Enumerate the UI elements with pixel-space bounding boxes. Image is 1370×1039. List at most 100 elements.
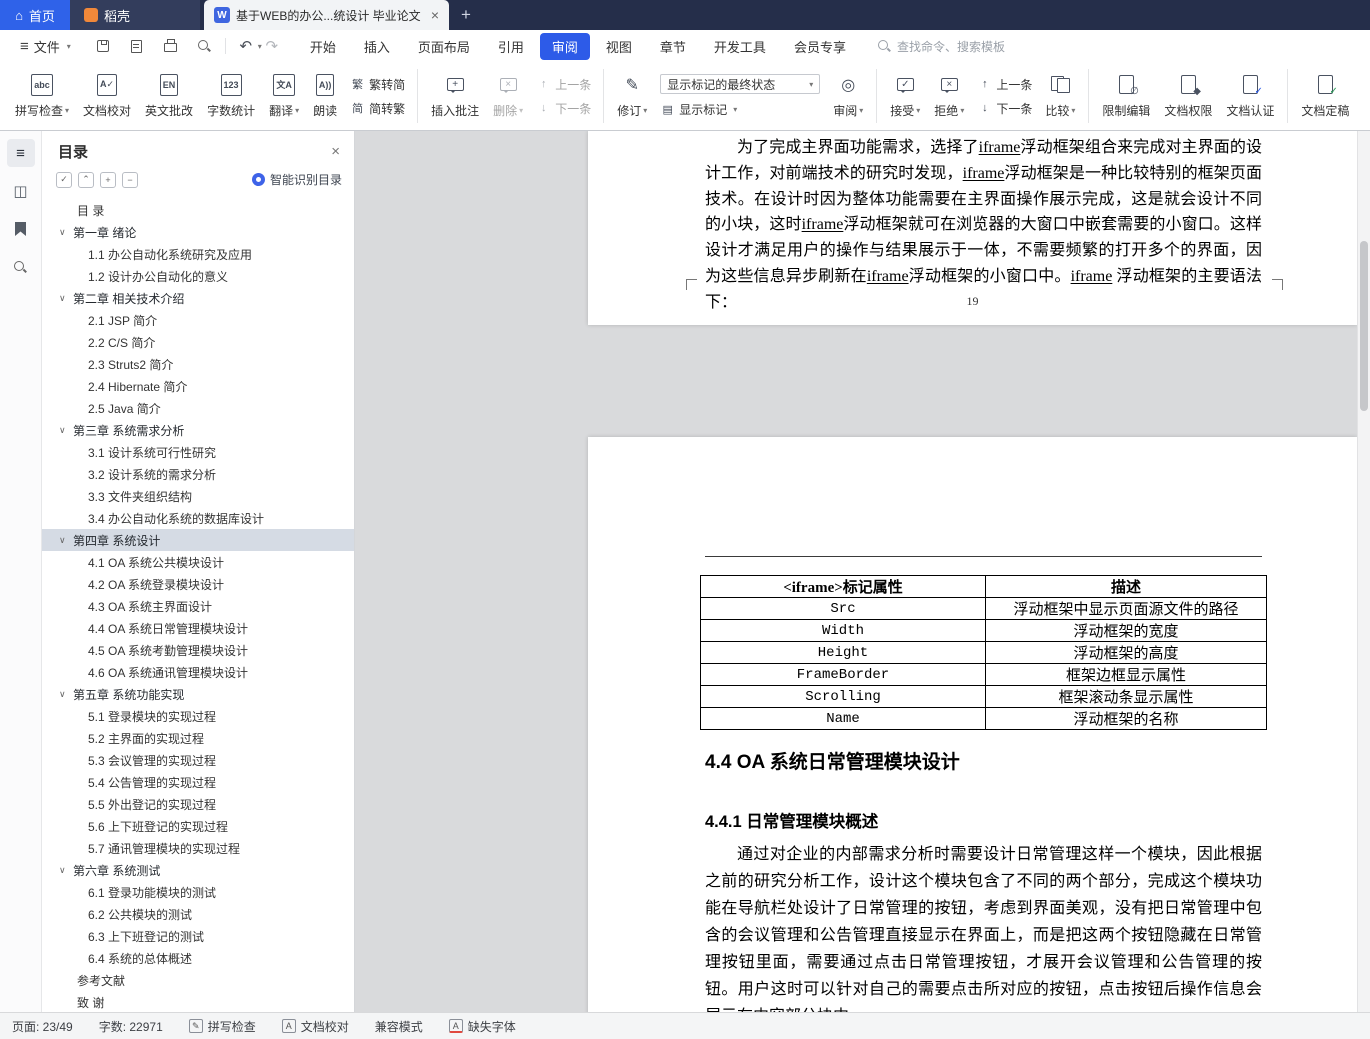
toc-item[interactable]: 4.1 OA 系统公共模块设计 [42,551,354,573]
toc-item[interactable]: 2.2 C/S 简介 [42,331,354,353]
show-markup-button[interactable]: ▤ 显示标记 ▾ [660,101,820,118]
toc-item[interactable]: 2.1 JSP 简介 [42,309,354,331]
ribbon-tab[interactable]: 会员专享 [782,33,858,60]
prev-comment-button[interactable]: ↑ 上一条 [536,76,591,93]
ribbon-tab[interactable]: 插入 [352,33,402,60]
chevron-down-icon[interactable] [59,689,73,700]
document-area[interactable]: 为了完成主界面功能需求，选择了iframe浮动框架组合来完成对主界面的设计工作，… [355,131,1370,1012]
toc-item[interactable]: 第一章 绪论 [42,221,354,243]
toc-item[interactable]: 5.3 会议管理的实现过程 [42,749,354,771]
doc-auth-button[interactable]: ✓ 文档认证 [1219,66,1281,126]
toc-item[interactable]: 1.1 办公自动化系统研究及应用 [42,243,354,265]
spell-check-status[interactable]: ✎ 拼写检查 [188,1018,256,1035]
doc-finalize-button[interactable]: ✓ 文档定稿 [1294,66,1356,126]
compare-button[interactable]: 比较 ▾ [1038,66,1082,126]
print-preview-button[interactable] [195,36,215,56]
tab-home[interactable]: ⌂ 首页 [0,0,70,30]
prev-change-button[interactable]: ↑ 上一条 [977,76,1032,93]
command-search[interactable]: 查找命令、搜索模板 [877,38,1005,55]
toc-item[interactable]: 6.3 上下班登记的测试 [42,925,354,947]
toc-item[interactable]: 目 录 [42,199,354,221]
toc-item[interactable]: 致 谢 [42,991,354,1012]
close-tab-icon[interactable]: × [429,7,441,23]
read-aloud-button[interactable]: A)) 朗读 [306,66,344,126]
chevron-down-icon[interactable] [59,865,73,876]
english-correct-button[interactable]: EN 英文批改 [138,66,200,126]
toc-item[interactable]: 第三章 系统需求分析 [42,419,354,441]
smart-toc-button[interactable]: 智能识别目录 [251,171,342,188]
toc-panel-button[interactable]: ≡ [6,139,35,167]
toc-item[interactable]: 第二章 相关技术介绍 [42,287,354,309]
insert-comment-button[interactable]: + 插入批注 [424,66,486,126]
doc-permission-button[interactable]: ◆ 文档权限 [1157,66,1219,126]
review-pane-button[interactable]: ◎ 审阅 ▾ [826,66,870,126]
doc-proof-status[interactable]: A 文档校对 [281,1018,349,1035]
ribbon-tab[interactable]: 开始 [298,33,348,60]
compat-mode-status[interactable]: 兼容模式 [375,1018,423,1035]
toc-item[interactable]: 6.4 系统的总体概述 [42,947,354,969]
toc-item[interactable]: 5.6 上下班登记的实现过程 [42,815,354,837]
toc-item[interactable]: 第五章 系统功能实现 [42,683,354,705]
toc-item[interactable]: 3.2 设计系统的需求分析 [42,463,354,485]
toc-item[interactable]: 5.5 外出登记的实现过程 [42,793,354,815]
toc-item[interactable]: 参考文献 [42,969,354,991]
document-page-19[interactable]: 为了完成主界面功能需求，选择了iframe浮动框架组合来完成对主界面的设计工作，… [588,131,1357,325]
toc-item[interactable]: 6.2 公共模块的测试 [42,903,354,925]
spell-check-button[interactable]: abc 拼写检查 ▾ [8,66,76,126]
ribbon-tab[interactable]: 页面布局 [406,33,482,60]
toc-item[interactable]: 5.4 公告管理的实现过程 [42,771,354,793]
word-count-indicator[interactable]: 字数: 22971 [99,1018,163,1035]
restrict-edit-button[interactable]: ∅ 限制编辑 [1095,66,1157,126]
toc-item[interactable]: 2.3 Struts2 简介 [42,353,354,375]
toc-item[interactable]: 第四章 系统设计 [42,529,354,551]
toc-item[interactable]: 3.3 文件夹组织结构 [42,485,354,507]
delete-comment-button[interactable]: × 删除 ▾ [486,66,530,126]
print-button[interactable] [161,36,181,56]
layout-panel-button[interactable]: ◫ [7,177,35,205]
track-changes-button[interactable]: ✎ 修订 ▾ [610,66,654,126]
redo-button[interactable]: ↷ [262,36,282,56]
toc-item[interactable]: 6.1 登录功能模块的测试 [42,881,354,903]
toc-collapse-tool[interactable]: ⌃ [78,171,94,188]
page-indicator[interactable]: 页面: 23/49 [12,1018,73,1035]
doc-proof-button[interactable]: A✓ 文档校对 [76,66,138,126]
toc-item[interactable]: 2.5 Java 简介 [42,397,354,419]
word-count-button[interactable]: 123 字数统计 [200,66,262,126]
ribbon-tab[interactable]: 引用 [486,33,536,60]
chevron-down-icon[interactable] [59,425,73,436]
next-change-button[interactable]: ↓ 下一条 [977,100,1032,117]
search-panel-button[interactable] [7,253,35,281]
missing-font-status[interactable]: A 缺失字体 [448,1018,516,1035]
new-tab-button[interactable]: + [449,0,483,30]
simp-to-trad-button[interactable]: 简 简转繁 [350,100,405,117]
toc-item[interactable]: 4.3 OA 系统主界面设计 [42,595,354,617]
close-panel-icon[interactable]: × [331,143,340,160]
file-menu-button[interactable]: ≡ 文件 ▾ [12,37,79,56]
ribbon-tab[interactable]: 章节 [648,33,698,60]
toc-item[interactable]: 1.2 设计办公自动化的意义 [42,265,354,287]
toc-expand-all-tool[interactable]: + [100,171,116,188]
toc-item[interactable]: 5.7 通讯管理模块的实现过程 [42,837,354,859]
markup-state-select[interactable]: 显示标记的最终状态 ▾ [660,74,821,94]
vertical-scrollbar[interactable] [1357,131,1370,1012]
toc-collapse-all-tool[interactable]: − [122,171,138,188]
chevron-down-icon[interactable] [59,227,73,238]
toc-item[interactable]: 2.4 Hibernate 简介 [42,375,354,397]
reject-change-button[interactable]: × 拒绝 ▾ [927,66,971,126]
toc-item[interactable]: 5.2 主界面的实现过程 [42,727,354,749]
chevron-down-icon[interactable] [59,535,73,546]
export-button[interactable] [127,36,147,56]
save-button[interactable] [93,36,113,56]
toc-select-tool[interactable]: ✓ [56,171,72,188]
accept-change-button[interactable]: ✓ 接受 ▾ [883,66,927,126]
scrollbar-thumb[interactable] [1360,241,1368,411]
ribbon-tab[interactable]: 审阅 [539,32,590,60]
document-page-20[interactable]: <iframe>标记属性 描述 Src 浮动框架中显示页面源文件的路径 Widt… [588,437,1357,1012]
toc-item[interactable]: 4.5 OA 系统考勤管理模块设计 [42,639,354,661]
toc-item[interactable]: 3.4 办公自动化系统的数据库设计 [42,507,354,529]
toc-item[interactable]: 5.1 登录模块的实现过程 [42,705,354,727]
tab-docer[interactable]: 稻壳 [70,0,200,30]
toc-item[interactable]: 第六章 系统测试 [42,859,354,881]
ribbon-tab[interactable]: 开发工具 [702,33,778,60]
undo-button[interactable]: ↶ [236,36,256,56]
